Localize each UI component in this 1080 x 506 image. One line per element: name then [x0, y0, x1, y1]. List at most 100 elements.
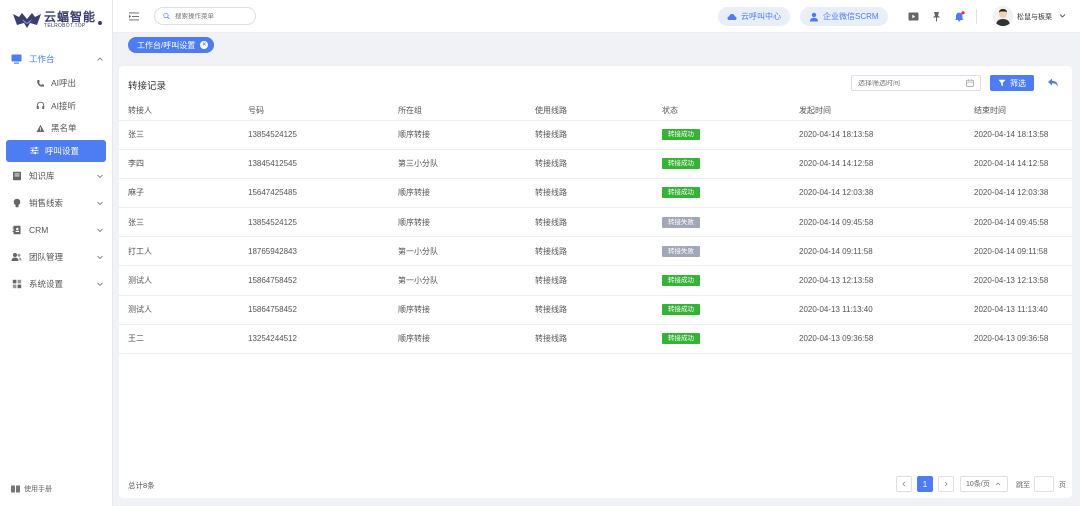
status-badge: 转接成功: [662, 187, 700, 199]
table-row[interactable]: 麻子 15647425485 顺序转接 转接线路 转接成功 2020-04-14 12:0…: [119, 178, 1072, 209]
user-manual-link[interactable]: 使用手册: [11, 484, 52, 494]
page-1-button[interactable]: 1: [917, 476, 933, 492]
cell-group: 顺序转接: [398, 178, 535, 209]
calendar-icon: [966, 79, 974, 87]
table-row[interactable]: 李四 13845412545 第三小分队 转接线路 转接成功 2020-04-14 14:…: [119, 149, 1072, 179]
table-row[interactable]: 测试人 15864758452 顺序转接 转接线路 转接成功 2020-04-13 11:…: [119, 295, 1072, 325]
chevron-left-icon: [902, 481, 906, 487]
column-header-person: 转接人: [119, 102, 248, 121]
user-manual-label: 使用手册: [24, 486, 52, 493]
transfer-records-table: 转接人 号码 所在组 使用线路 状态 发起时间 结束时间 张三 138545241…: [119, 102, 1072, 355]
sidebar-subitem-ai-outbound[interactable]: AI呼出: [6, 72, 106, 95]
pin-icon[interactable]: [931, 11, 942, 22]
chevron-down-icon: [97, 255, 103, 259]
call-center-button[interactable]: 云呼叫中心: [718, 7, 790, 26]
table-row[interactable]: 打工人 18765942843 第一小分队 转接线路 转接失败 2020-04-14 09…: [119, 236, 1072, 267]
cell-phone: 15864758452: [248, 265, 398, 296]
cloud-icon: [727, 13, 737, 20]
cell-group: 顺序转接: [398, 207, 535, 238]
cell-phone: 13254244512: [248, 324, 398, 355]
breadcrumb-tag[interactable]: 工作台/呼叫设置 ×: [128, 37, 215, 53]
search-input[interactable]: [175, 12, 255, 20]
cell-line: 转接线路: [535, 324, 662, 355]
cell-phone: 15647425485: [248, 178, 398, 209]
menu-search[interactable]: [154, 7, 256, 25]
username[interactable]: 松鼠与板栗: [1017, 12, 1052, 22]
status-badge: 转接成功: [662, 304, 700, 316]
jump-suffix: 页: [1059, 482, 1066, 489]
sidebar-item-crm[interactable]: CRM: [0, 216, 112, 243]
column-header-start-time: 发起时间: [799, 102, 974, 121]
cell-status: 转接成功: [662, 149, 799, 179]
cell-group: 第一小分队: [398, 265, 535, 296]
sidebar-subitem-call-settings[interactable]: 呼叫设置: [6, 139, 106, 162]
sidebar-item-label: CRM: [29, 224, 49, 235]
date-filter-input[interactable]: [858, 79, 958, 87]
grid-icon: [11, 278, 22, 289]
phone-icon: [36, 79, 45, 88]
menu-collapse-icon[interactable]: [129, 12, 139, 21]
filter-icon: [998, 79, 1006, 87]
sidebar-item-team[interactable]: 团队管理: [0, 243, 112, 270]
top-header: 云呼叫中心 企业微信SCRM 松鼠与板栗: [113, 0, 1080, 33]
cell-start-time: 2020-04-13 11:13:40: [799, 295, 974, 325]
brand-domain: TELROBOT.TOP: [44, 23, 86, 29]
chevron-down-icon[interactable]: [1059, 12, 1066, 19]
cell-person: 张三: [119, 207, 248, 238]
cell-phone: 13845412545: [248, 149, 398, 179]
sidebar-item-workbench[interactable]: 工作台: [0, 45, 112, 72]
warning-icon: [36, 124, 45, 133]
table-row[interactable]: 张三 13854524125 顺序转接 转接线路 转接失败 2020-04-14 09:4…: [119, 207, 1072, 238]
status-badge: 转接成功: [662, 129, 700, 141]
bell-icon[interactable]: [954, 11, 965, 22]
table-row[interactable]: 王二 13254244512 顺序转接 转接线路 转接成功 2020-04-13 09:3…: [119, 324, 1072, 355]
filter-button[interactable]: 筛选: [990, 75, 1034, 91]
cell-group: 顺序转接: [398, 295, 535, 325]
cell-status: 转接失败: [662, 207, 799, 238]
prev-page-button[interactable]: [896, 476, 912, 492]
cell-end-time: 2020-04-13 11:13:40: [974, 295, 1072, 325]
sidebar-item-label: 系统设置: [29, 278, 64, 289]
status-badge: 转接失败: [662, 216, 700, 228]
table-row[interactable]: 张三 13854524125 顺序转接 转接线路 转接成功 2020-04-14 18:1…: [119, 120, 1072, 150]
headset-icon: [36, 101, 45, 110]
table-body: 张三 13854524125 顺序转接 转接线路 转接成功 2020-04-14 18:1…: [119, 120, 1072, 355]
wecom-scrm-button[interactable]: 企业微信SCRM: [800, 7, 888, 26]
cell-group: 第一小分队: [398, 236, 535, 267]
cell-start-time: 2020-04-14 09:45:58: [799, 207, 974, 238]
cell-status: 转接失败: [662, 236, 799, 267]
contacts-icon: [11, 224, 22, 235]
cell-person: 测试人: [119, 295, 248, 325]
sidebar-subitem-blacklist[interactable]: 黑名单: [6, 117, 106, 140]
avatar-icon: [993, 6, 1013, 26]
cell-line: 转接线路: [535, 265, 662, 296]
page-size-select[interactable]: 10条/页: [960, 476, 1008, 492]
sidebar-item-label: 知识库: [29, 170, 55, 181]
status-badge: 转接成功: [662, 158, 700, 170]
sidebar-item-knowledge[interactable]: 知识库: [0, 162, 112, 189]
column-header-status: 状态: [662, 102, 799, 121]
cell-end-time: 2020-04-14 12:03:38: [974, 178, 1072, 209]
column-header-line: 使用线路: [535, 102, 662, 121]
filter-label: 筛选: [1010, 78, 1026, 88]
table-header-row: 转接人 号码 所在组 使用线路 状态 发起时间 结束时间: [119, 102, 1072, 121]
cell-person: 王二: [119, 324, 248, 355]
table-row[interactable]: 测试人 15864758452 第一小分队 转接线路 转接成功 2020-04-13 12…: [119, 265, 1072, 296]
jump-page-input[interactable]: [1034, 476, 1054, 492]
brand-dot: [98, 21, 103, 25]
brand-logo[interactable]: 云蝠智能 TELROBOT.TOP: [0, 0, 112, 40]
video-play-icon[interactable]: [908, 11, 919, 22]
back-arrow-icon[interactable]: [1047, 77, 1059, 88]
cell-status: 转接成功: [662, 178, 799, 209]
sidebar-item-sales-leads[interactable]: 销售线索: [0, 189, 112, 216]
sidebar-item-system-settings[interactable]: 系统设置: [0, 270, 112, 297]
avatar[interactable]: [993, 6, 1013, 26]
jump-prefix: 跳至: [1016, 482, 1030, 489]
sidebar-subitem-ai-inbound[interactable]: AI接听: [6, 95, 106, 118]
next-page-button[interactable]: [938, 476, 954, 492]
monitor-icon: [11, 53, 22, 64]
date-filter[interactable]: [851, 75, 981, 91]
close-icon[interactable]: ×: [200, 41, 209, 49]
cell-line: 转接线路: [535, 295, 662, 325]
header-divider: [976, 9, 977, 24]
